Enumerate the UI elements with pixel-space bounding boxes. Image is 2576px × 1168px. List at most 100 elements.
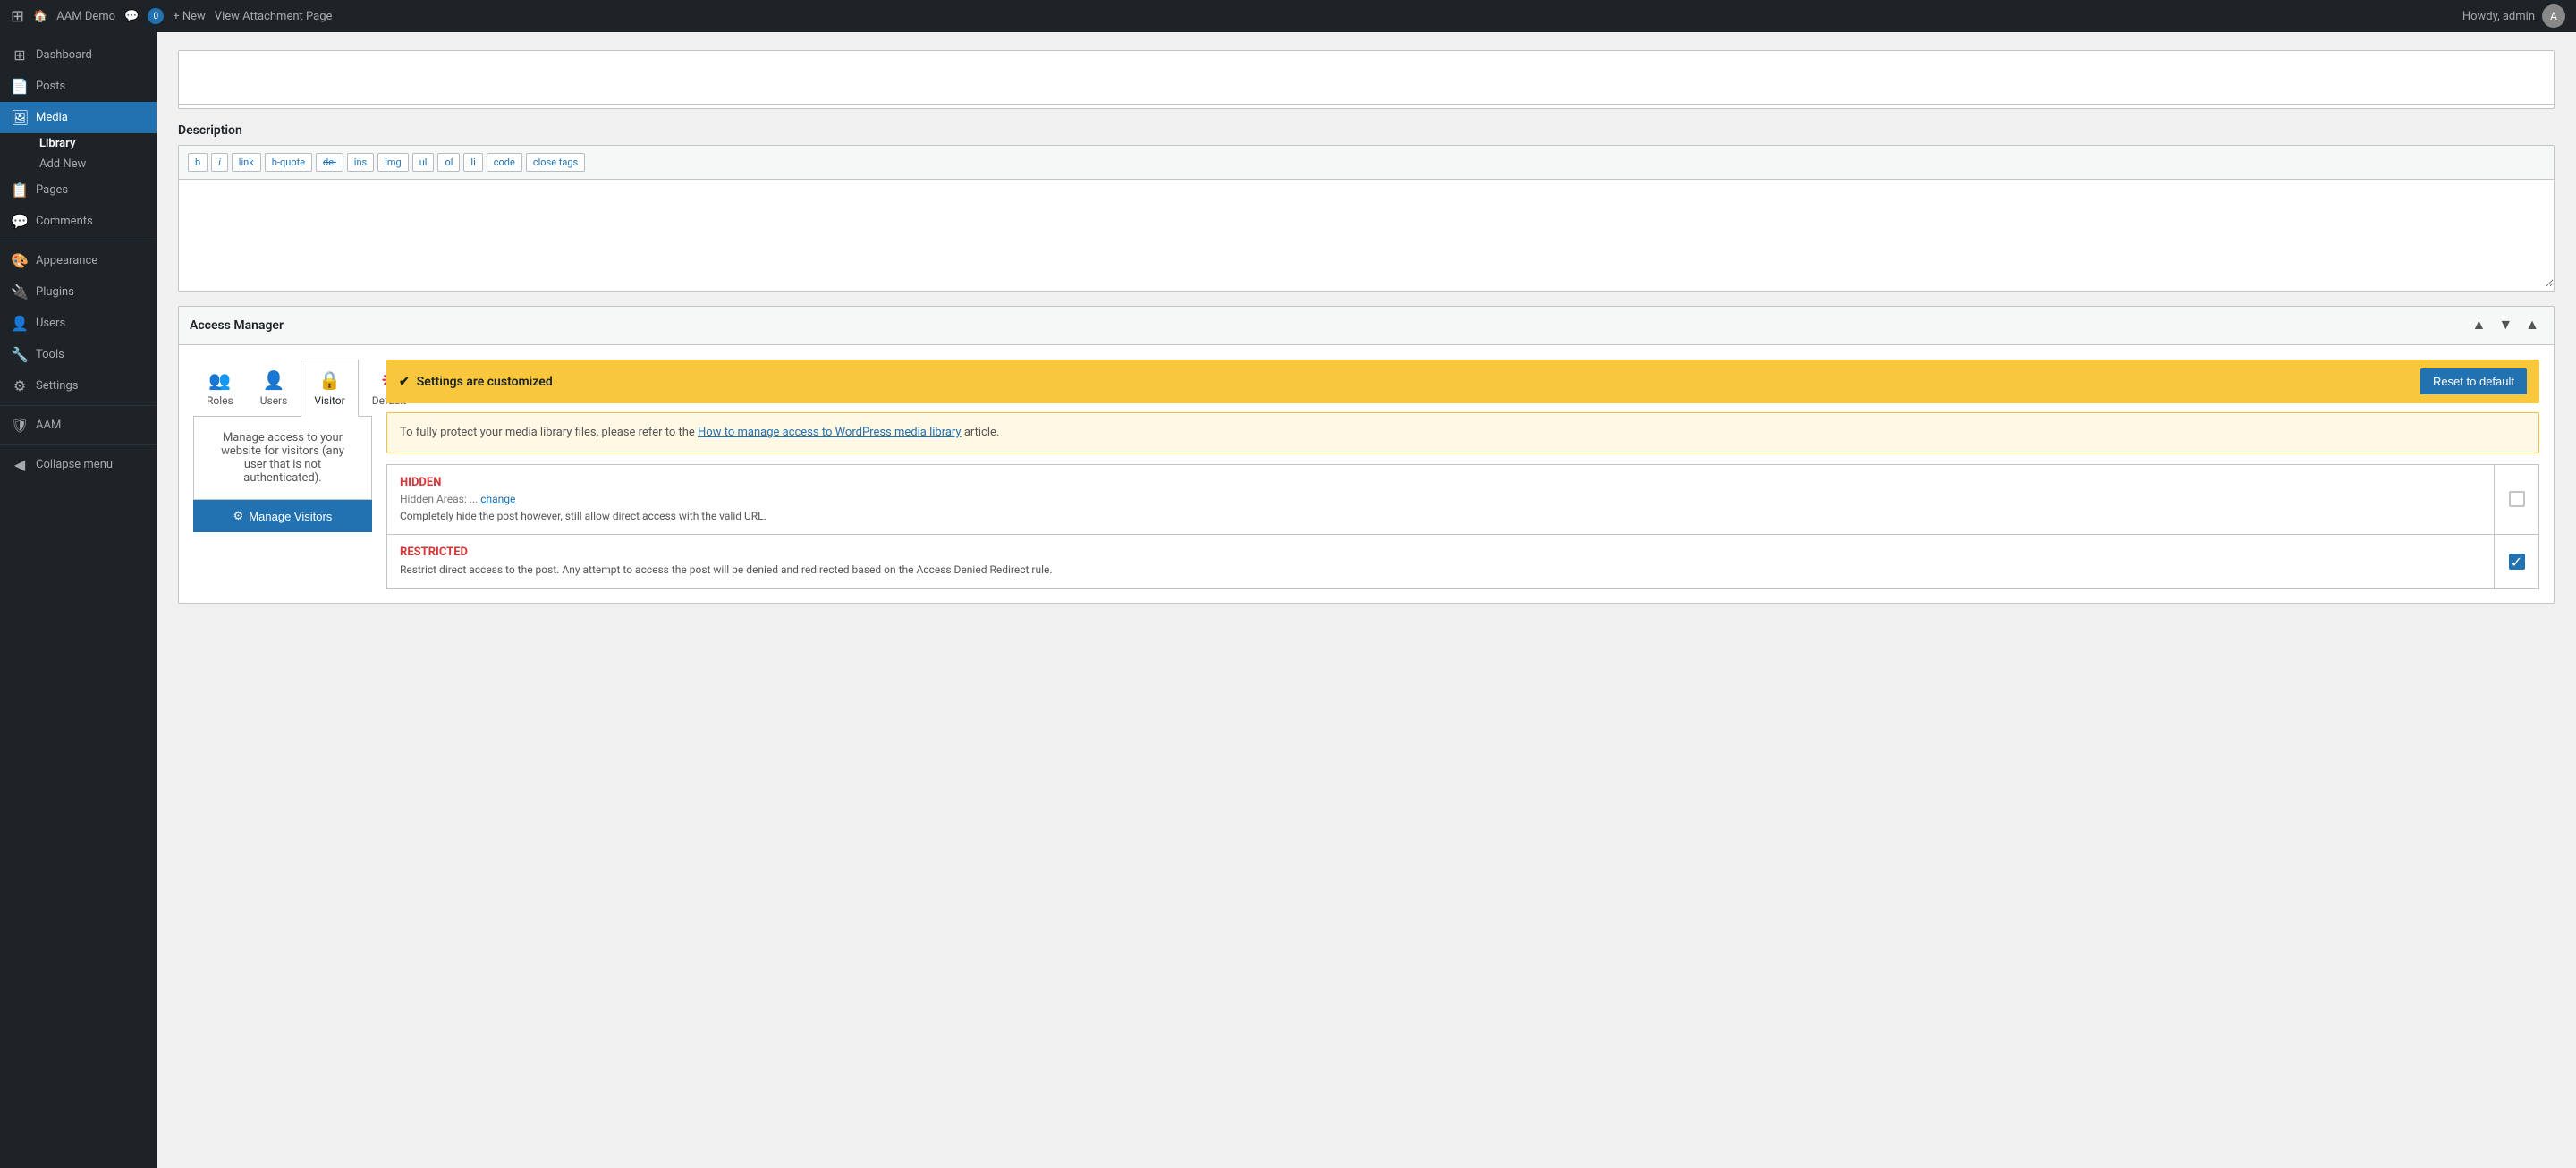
toolbar-btn-close-tags[interactable]: close tags bbox=[526, 153, 585, 172]
plugins-icon: 🔌 bbox=[11, 284, 29, 300]
visitor-info: Manage access to your website for visito… bbox=[193, 417, 372, 500]
toolbar-btn-link[interactable]: link bbox=[232, 153, 261, 172]
sidebar-collapse-menu[interactable]: ◀ Collapse menu bbox=[0, 449, 157, 480]
restricted-checkbox[interactable]: ✓ bbox=[2509, 554, 2525, 570]
info-link[interactable]: How to manage access to WordPress media … bbox=[698, 426, 962, 439]
top-textarea[interactable] bbox=[179, 51, 2554, 105]
metabox-body: 👥 Roles 👤 Users 🔒 Visitor bbox=[179, 345, 2554, 603]
toolbar-btn-code[interactable]: code bbox=[487, 153, 522, 172]
metabox-toggle-btn[interactable]: ▲ bbox=[2521, 316, 2543, 335]
permission-restricted-check[interactable]: ✓ bbox=[2494, 535, 2538, 588]
toolbar-btn-ol[interactable]: ol bbox=[437, 153, 460, 172]
sidebar-item-settings[interactable]: ⚙ Settings bbox=[0, 370, 157, 402]
main-content: Description b i link b-quote del ins img… bbox=[157, 32, 2576, 1168]
sidebar-sub-add-new[interactable]: Add New bbox=[0, 154, 157, 174]
dashboard-icon: ⊞ bbox=[11, 47, 29, 63]
sidebar-item-media[interactable]: 🖼 Media bbox=[0, 102, 157, 133]
change-link[interactable]: change bbox=[480, 493, 515, 505]
access-manager-metabox: Access Manager ▲ ▼ ▲ 👥 Roles bbox=[178, 306, 2555, 604]
permission-hidden-meta: Hidden Areas: ... change bbox=[400, 493, 2481, 505]
tools-icon: 🔧 bbox=[11, 346, 29, 363]
description-label: Description bbox=[178, 123, 2555, 138]
toolbar-btn-li[interactable]: li bbox=[463, 153, 482, 172]
toolbar-btn-b[interactable]: b bbox=[188, 153, 208, 172]
metabox-collapse-down-btn[interactable]: ▼ bbox=[2495, 316, 2516, 335]
sidebar-item-label: Settings bbox=[36, 379, 78, 393]
sidebar-item-label: Comments bbox=[36, 215, 93, 228]
pages-icon: 📋 bbox=[11, 182, 29, 199]
metabox-title: Access Manager bbox=[190, 318, 284, 333]
comments-icon: 💬 bbox=[11, 213, 29, 230]
customized-banner-text: Settings are customized bbox=[417, 375, 553, 389]
appearance-icon: 🎨 bbox=[11, 252, 29, 269]
permission-restricted-desc: Restrict direct access to the post. Any … bbox=[400, 563, 2481, 578]
toolbar-btn-bquote[interactable]: b-quote bbox=[265, 153, 312, 172]
tab-users[interactable]: 👤 Users bbox=[247, 360, 301, 416]
permission-restricted-content: RESTRICTED Restrict direct access to the… bbox=[387, 535, 2494, 588]
settings-icon: ⚙ bbox=[11, 377, 29, 394]
sidebar-item-label: Plugins bbox=[36, 285, 74, 299]
new-link[interactable]: + New bbox=[173, 10, 206, 23]
hidden-checkbox[interactable] bbox=[2509, 491, 2525, 507]
description-section: Description b i link b-quote del ins img… bbox=[178, 123, 2555, 292]
tabs-row: 👥 Roles 👤 Users 🔒 Visitor bbox=[193, 360, 372, 417]
check-icon: ✔ bbox=[399, 375, 410, 389]
aam-left-panel: 👥 Roles 👤 Users 🔒 Visitor bbox=[193, 360, 372, 588]
toolbar-btn-del[interactable]: del bbox=[316, 153, 343, 172]
comment-icon: 💬 bbox=[124, 10, 139, 23]
toolbar-btn-img[interactable]: img bbox=[377, 153, 409, 172]
toolbar-btn-ul[interactable]: ul bbox=[412, 153, 435, 172]
tab-visitor[interactable]: 🔒 Visitor bbox=[301, 360, 358, 417]
tab-roles-label: Roles bbox=[207, 394, 233, 407]
manage-visitors-button[interactable]: ⚙ Manage Visitors bbox=[193, 500, 372, 532]
metabox-collapse-up-btn[interactable]: ▲ bbox=[2468, 316, 2489, 335]
view-attachment-link[interactable]: View Attachment Page bbox=[215, 10, 333, 23]
sidebar-item-tools[interactable]: 🔧 Tools bbox=[0, 339, 157, 370]
editor-toolbar: b i link b-quote del ins img ul ol li co… bbox=[179, 146, 2554, 180]
sidebar-item-comments[interactable]: 💬 Comments bbox=[0, 206, 157, 237]
permission-hidden-title: HIDDEN bbox=[400, 476, 2481, 489]
tab-users-label: Users bbox=[260, 394, 288, 407]
permission-row-hidden: HIDDEN Hidden Areas: ... change Complete… bbox=[386, 464, 2539, 536]
media-icon: 🖼 bbox=[11, 109, 29, 126]
permission-hidden-desc: Completely hide the post however, still … bbox=[400, 509, 2481, 524]
sidebar-sub-library[interactable]: Library bbox=[0, 133, 157, 154]
metabox-header: Access Manager ▲ ▼ ▲ bbox=[179, 307, 2554, 345]
info-text-after: article. bbox=[962, 426, 1000, 439]
site-name-link[interactable]: AAM Demo bbox=[56, 10, 115, 23]
sidebar-item-posts[interactable]: 📄 Posts bbox=[0, 71, 157, 102]
toolbar-btn-i[interactable]: i bbox=[211, 153, 228, 172]
sidebar-item-users[interactable]: 👤 Users bbox=[0, 308, 157, 339]
sidebar-item-label: Dashboard bbox=[36, 48, 92, 62]
sidebar-item-label: Appearance bbox=[36, 254, 97, 267]
description-textarea[interactable] bbox=[179, 180, 2554, 287]
permission-hidden-content: HIDDEN Hidden Areas: ... change Complete… bbox=[387, 465, 2494, 535]
avatar: A bbox=[2542, 4, 2565, 28]
sidebar-item-plugins[interactable]: 🔌 Plugins bbox=[0, 276, 157, 308]
sidebar-item-appearance[interactable]: 🎨 Appearance bbox=[0, 245, 157, 276]
customized-banner: ✔ Settings are customized Reset to defau… bbox=[386, 360, 2539, 403]
comment-count[interactable]: 0 bbox=[148, 8, 164, 24]
tab-roles[interactable]: 👥 Roles bbox=[193, 360, 247, 416]
howdy-text: Howdy, admin bbox=[2462, 10, 2535, 23]
reset-to-default-button[interactable]: Reset to default bbox=[2420, 368, 2527, 394]
sidebar-item-aam[interactable]: 🛡 AAM bbox=[0, 410, 157, 441]
sidebar: ⊞ Dashboard 📄 Posts 🖼 Media Library Add … bbox=[0, 32, 157, 1168]
gear-icon: ⚙ bbox=[233, 509, 244, 523]
metabox-controls: ▲ ▼ ▲ bbox=[2468, 316, 2543, 335]
roles-tab-icon: 👥 bbox=[208, 369, 231, 391]
users-icon: 👤 bbox=[11, 315, 29, 332]
collapse-icon: ◀ bbox=[11, 456, 29, 473]
visitor-info-text: Manage access to your website for visito… bbox=[208, 431, 357, 485]
sidebar-item-label: Pages bbox=[36, 183, 68, 197]
wp-logo-icon[interactable]: ⊞ bbox=[11, 7, 24, 26]
sidebar-item-label: Tools bbox=[36, 348, 64, 361]
info-notice: To fully protect your media library file… bbox=[386, 412, 2539, 453]
aam-layout: 👥 Roles 👤 Users 🔒 Visitor bbox=[193, 360, 2539, 588]
sidebar-item-dashboard[interactable]: ⊞ Dashboard bbox=[0, 39, 157, 71]
manage-visitors-label: Manage Visitors bbox=[249, 510, 332, 523]
permission-hidden-check[interactable] bbox=[2494, 465, 2538, 535]
sidebar-item-pages[interactable]: 📋 Pages bbox=[0, 174, 157, 206]
sidebar-item-label: Posts bbox=[36, 80, 65, 93]
toolbar-btn-ins[interactable]: ins bbox=[347, 153, 374, 172]
